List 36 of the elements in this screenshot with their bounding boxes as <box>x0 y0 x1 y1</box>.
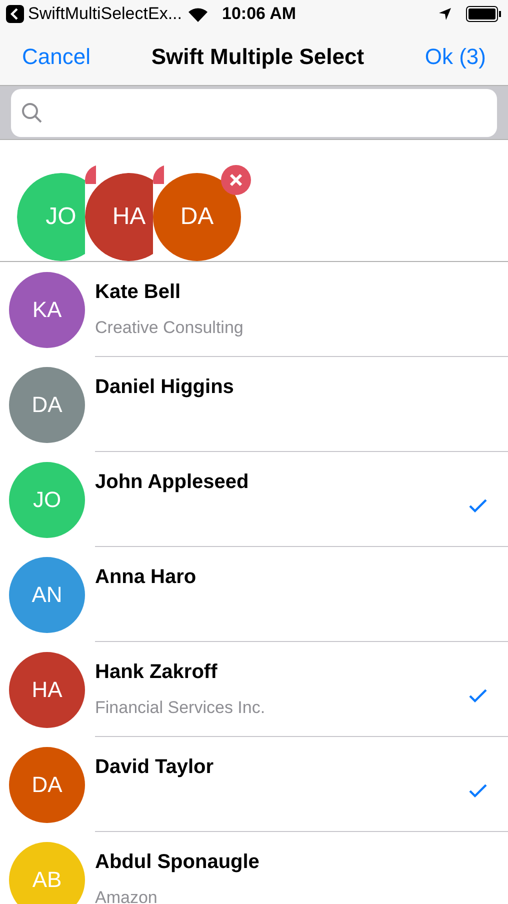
contact-company: Amazon <box>95 888 158 904</box>
contact-name: John Appleseed <box>95 470 250 494</box>
contact-avatar: AB <box>9 842 85 904</box>
contact-avatar: DA <box>9 746 85 822</box>
contact-avatar: KA <box>9 272 85 348</box>
contact-name: Daniel Higgins <box>95 375 235 399</box>
selected-contact-avatar[interactable]: DA <box>153 173 241 261</box>
contact-row[interactable]: HA Hank Zakroff Financial Services Inc. <box>0 642 508 737</box>
cancel-button[interactable]: Cancel <box>22 40 90 73</box>
selected-contact-avatar[interactable]: HA <box>85 173 153 261</box>
clock-time: 10:06 AM <box>222 3 296 26</box>
contact-row[interactable]: DA David Taylor <box>0 737 508 832</box>
contact-name: David Taylor <box>95 755 215 779</box>
location-arrow-icon <box>438 7 452 21</box>
back-app-label[interactable]: SwiftMultiSelectEx... <box>28 1 182 27</box>
contact-company: Financial Services Inc. <box>95 698 266 718</box>
contact-row[interactable]: JO John Appleseed <box>0 452 508 547</box>
ok-button[interactable]: Ok (3) <box>424 40 486 73</box>
contact-company: Creative Consulting <box>95 318 244 338</box>
contact-row[interactable]: DA Daniel Higgins <box>0 357 508 452</box>
search-icon <box>21 102 43 124</box>
screen-title: Swift Multiple Select <box>151 43 364 71</box>
contact-avatar: DA <box>9 366 85 442</box>
contact-name: Hank Zakroff <box>95 660 218 684</box>
contact-avatar: AN <box>9 556 85 632</box>
contact-avatar: HA <box>9 652 85 728</box>
back-icon[interactable] <box>6 5 24 23</box>
contact-row[interactable]: KA Kate Bell Creative Consulting <box>0 262 508 357</box>
contact-row[interactable]: AB Abdul Sponaugle Amazon <box>0 832 508 904</box>
battery-icon <box>466 6 502 22</box>
contact-name: Anna Haro <box>95 565 198 589</box>
wifi-icon <box>188 6 208 22</box>
contact-row[interactable]: AN Anna Haro <box>0 547 508 642</box>
contact-name: Abdul Sponaugle <box>95 850 260 874</box>
contact-name: Kate Bell <box>95 280 182 304</box>
contact-avatar: JO <box>9 462 85 538</box>
